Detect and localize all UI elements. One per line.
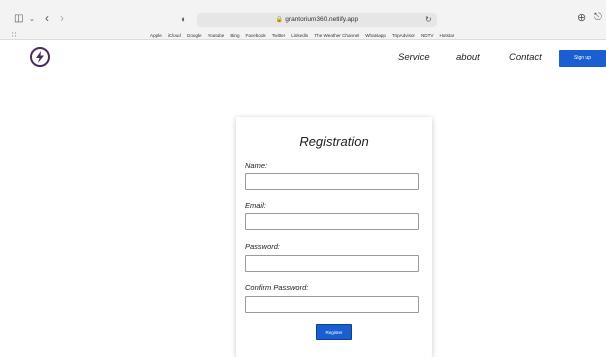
bookmark-item[interactable]: Whatsapp — [365, 33, 386, 40]
email-label: Email: — [245, 201, 266, 210]
address-bar[interactable]: 🔒 grantorium360.netlify.app — [197, 13, 437, 27]
bookmark-item[interactable]: TripAdvisor — [392, 33, 415, 40]
sidebar-toggle-icon[interactable]: ◫ — [14, 14, 23, 24]
bookmark-item[interactable]: Apple — [150, 33, 162, 40]
address-bar-url: grantorium360.netlify.app — [285, 16, 359, 23]
bookmark-item[interactable]: Bing — [230, 33, 239, 40]
password-field[interactable] — [245, 255, 419, 272]
share-icon[interactable]: ⎋ — [594, 13, 602, 23]
bookmark-item[interactable]: Linkedin — [291, 33, 308, 40]
bookmark-item[interactable]: NDTV — [421, 33, 434, 40]
back-icon[interactable]: ‹ — [45, 12, 49, 24]
registration-card: Registration Name: Email: Password: Conf… — [236, 117, 432, 357]
lock-icon: 🔒 — [275, 17, 284, 23]
bookmark-item[interactable]: The Weather Channel — [314, 33, 359, 40]
bookmark-item[interactable]: Hotstar — [439, 33, 454, 40]
nav-link-about[interactable]: about — [456, 52, 480, 63]
name-label: Name: — [245, 161, 268, 170]
nav-link-contact[interactable]: Contact — [509, 52, 542, 63]
lightning-bolt-icon — [36, 51, 44, 63]
bookmark-item[interactable]: iCloud — [168, 33, 181, 40]
name-field[interactable] — [245, 173, 419, 190]
grid-icon[interactable]: ∷ — [12, 31, 16, 41]
signup-button[interactable]: Sign up — [559, 50, 606, 67]
chevron-down-icon[interactable]: ⌄ — [29, 15, 35, 25]
email-field[interactable] — [245, 213, 419, 230]
download-icon[interactable]: ⊕ — [577, 13, 586, 24]
site-logo[interactable] — [30, 47, 50, 67]
password-label: Password: — [245, 242, 281, 251]
form-title: Registration — [299, 134, 369, 149]
forward-icon[interactable]: › — [60, 12, 64, 24]
browser-toolbar: ◫ ⌄ ‹ › ◐ 🔒 grantorium360.netlify.app ↻ ⊕… — [0, 0, 606, 40]
bookmark-item[interactable]: Youtube — [208, 33, 225, 40]
bookmark-item[interactable]: Twitter — [272, 33, 286, 40]
register-button[interactable]: Register — [316, 324, 352, 340]
confirm-password-field[interactable] — [245, 296, 419, 313]
privacy-shield-icon[interactable]: ◐ — [181, 14, 186, 24]
reload-icon[interactable]: ↻ — [425, 15, 432, 24]
bookmark-item[interactable]: Google — [187, 33, 202, 40]
bookmark-item[interactable]: Facebook — [246, 33, 266, 40]
confirm-password-label: Confirm Password: — [245, 283, 309, 292]
nav-link-service[interactable]: Service — [398, 52, 430, 63]
bookmarks-bar: Apple iCloud Google Youtube Bing Faceboo… — [150, 33, 460, 40]
